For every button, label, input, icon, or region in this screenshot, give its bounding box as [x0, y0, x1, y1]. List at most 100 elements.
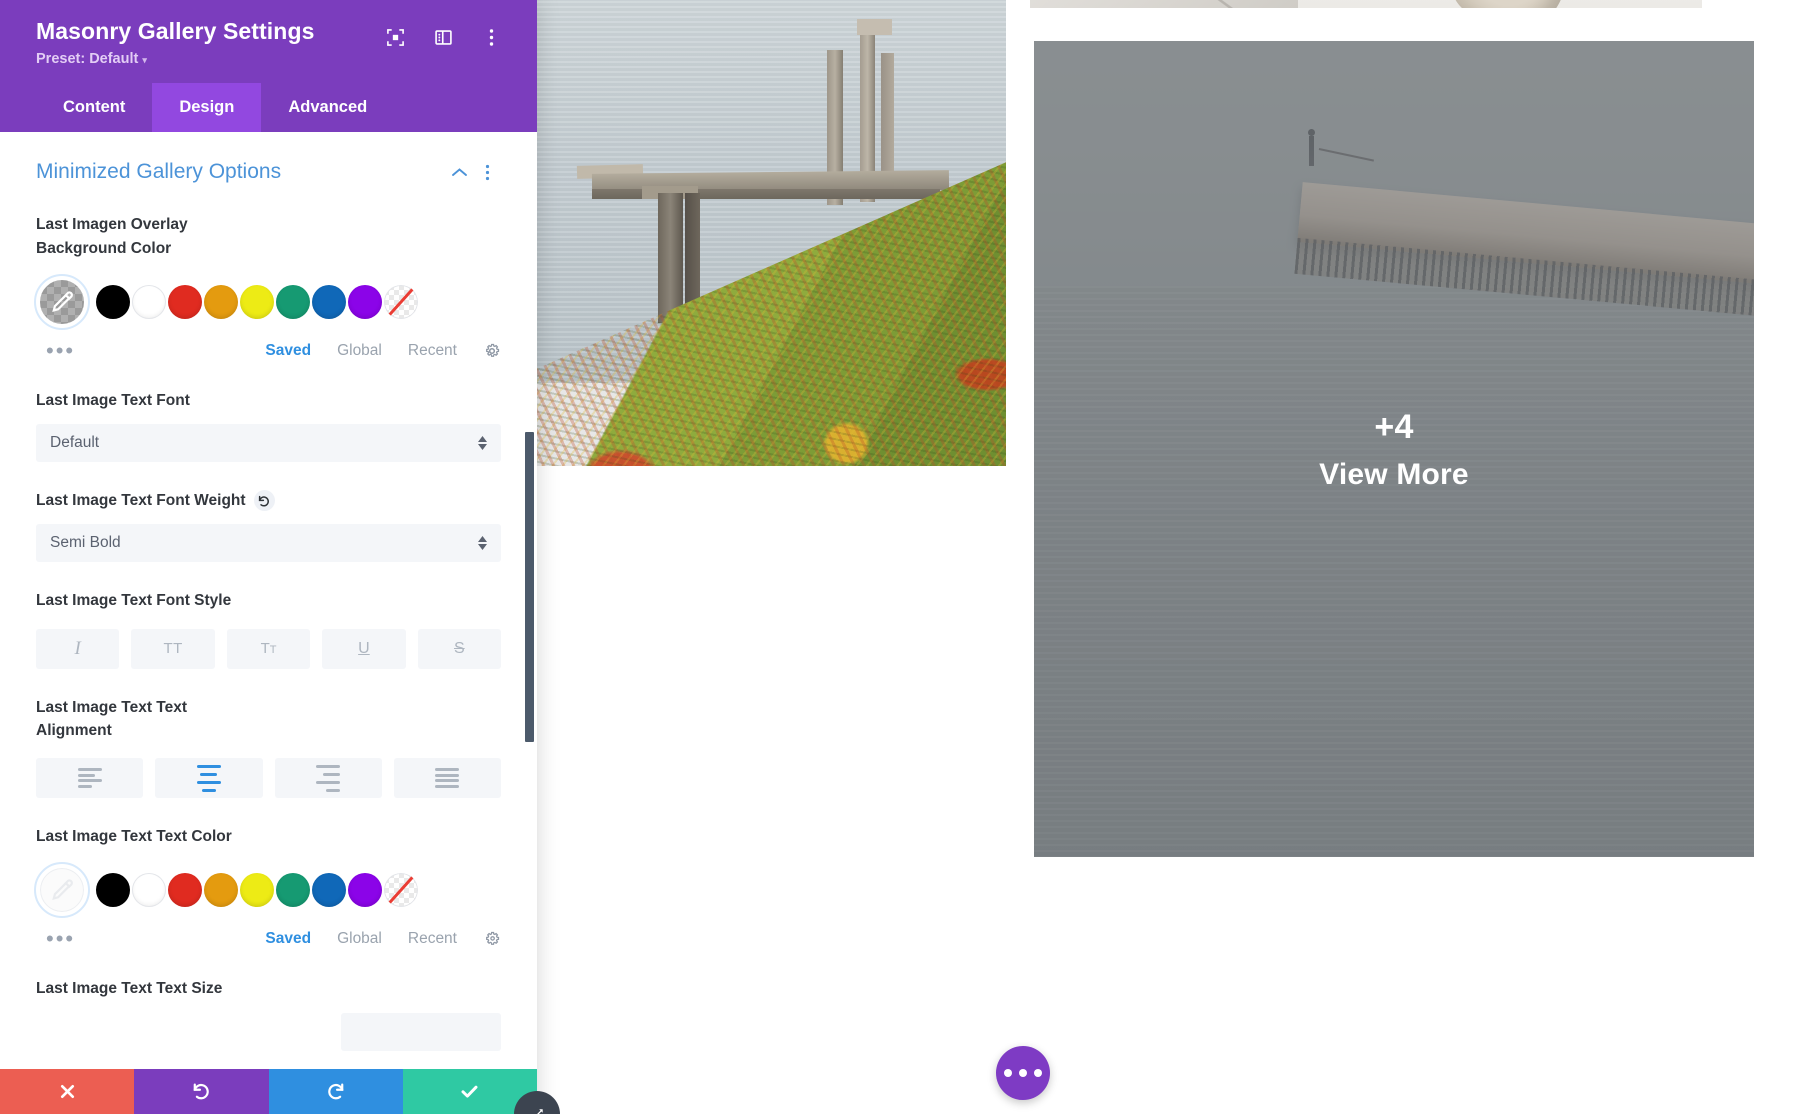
smallcaps-button[interactable]: TT — [226, 628, 311, 669]
gear-icon[interactable] — [483, 342, 501, 360]
strikethrough-button[interactable]: S — [417, 628, 502, 669]
palette-tab-saved[interactable]: Saved — [265, 930, 311, 948]
preset-label: Preset: Default — [36, 51, 139, 68]
focus-icon[interactable] — [371, 22, 419, 52]
swatch-red[interactable] — [168, 284, 202, 319]
swatch-black[interactable] — [96, 284, 130, 319]
swatch-yellow[interactable] — [240, 284, 274, 319]
overlay-count: +4 — [1374, 407, 1414, 446]
field-label: Last Image Text Text Size — [36, 980, 223, 998]
image-marble-partial[interactable] — [1030, 0, 1298, 8]
overlay-bg-swatch-row — [34, 273, 501, 330]
swatch-purple[interactable] — [348, 284, 382, 319]
tab-advanced[interactable]: Advanced — [261, 83, 394, 132]
text-font-select[interactable]: Default — [36, 424, 501, 463]
panel-tabs: Content Design Advanced — [36, 83, 515, 133]
select-arrows-icon — [478, 536, 487, 551]
app-root: +4 View More Masonry Gallery Settings Pr… — [0, 0, 1800, 1114]
last-image-overlay[interactable]: +4 View More — [1034, 41, 1754, 857]
align-right-button[interactable] — [274, 758, 382, 799]
swatch-green[interactable] — [276, 284, 310, 319]
align-left-button[interactable] — [36, 758, 144, 799]
cancel-button[interactable] — [0, 1069, 135, 1114]
field-label: Last Image Text Text Color — [36, 828, 232, 846]
field-text-alignment: Last Image Text Text Alignment — [36, 696, 501, 799]
text-font-weight-select[interactable]: Semi Bold — [36, 524, 501, 563]
more-horizontal-icon-dot — [1034, 1069, 1042, 1077]
undo-button[interactable] — [134, 1069, 269, 1114]
gallery-options-fab[interactable] — [996, 1046, 1050, 1100]
palette-tab-global[interactable]: Global — [337, 930, 382, 948]
field-overlay-background-color: Last Imagen Overlay Background Color •••… — [34, 213, 501, 362]
undo-icon — [193, 1083, 209, 1100]
palette-tab-saved[interactable]: Saved — [265, 342, 311, 360]
palette-tab-global[interactable]: Global — [337, 342, 382, 360]
swatch-blue[interactable] — [312, 873, 346, 908]
tab-design[interactable]: Design — [152, 83, 262, 133]
reset-icon[interactable] — [253, 490, 275, 512]
swatch-blue[interactable] — [312, 284, 346, 319]
font-style-button-row: I TT TT U S — [36, 628, 502, 669]
check-icon — [461, 1085, 478, 1098]
palette-more-dots[interactable]: ••• — [36, 928, 75, 950]
palette-tab-recent[interactable]: Recent — [408, 930, 457, 948]
layout-panel-icon[interactable] — [419, 22, 467, 52]
field-label: Last Image Text Font Style — [36, 592, 232, 610]
image-linen-partial[interactable] — [1298, 0, 1702, 8]
strikethrough-glyph: S — [453, 639, 465, 657]
swatch-yellow[interactable] — [240, 873, 274, 908]
align-center-icon — [196, 762, 221, 794]
panel-header: Masonry Gallery Settings Preset: Default… — [0, 0, 537, 133]
chevron-down-icon: ▾ — [142, 55, 147, 66]
more-vertical-icon[interactable] — [467, 22, 515, 52]
panel-action-bar — [0, 1069, 537, 1114]
panel-scrollbar[interactable] — [525, 432, 534, 743]
gear-icon[interactable] — [483, 930, 501, 948]
swatch-black[interactable] — [96, 873, 130, 908]
swatch-green[interactable] — [276, 873, 310, 908]
field-text-font-weight: Last Image Text Font Weight Semi Bold — [36, 489, 501, 563]
section-more-vertical-icon[interactable] — [473, 158, 501, 186]
redo-button[interactable] — [268, 1069, 403, 1114]
underline-glyph: U — [358, 639, 370, 657]
swatch-none[interactable] — [384, 873, 418, 908]
underline-button[interactable]: U — [322, 628, 406, 669]
panel-body: Minimized Gallery Options Last Imagen Ov… — [0, 132, 537, 1069]
field-text-font-style: Last Image Text Font Style I TT TT U S — [36, 589, 502, 669]
alignment-label-line2: Alignment — [36, 721, 112, 739]
text-color-swatch-row — [34, 862, 501, 919]
text-size-input[interactable] — [341, 1012, 501, 1051]
smallcaps-glyph: TT — [260, 640, 277, 658]
resize-arrow-icon — [536, 1108, 543, 1114]
palette-more-dots[interactable]: ••• — [36, 339, 75, 362]
swatch-white[interactable] — [132, 873, 166, 908]
palette-tab-recent[interactable]: Recent — [408, 342, 457, 360]
swatch-white[interactable] — [132, 284, 166, 319]
uppercase-button[interactable]: TT — [131, 628, 215, 669]
swatch-none[interactable] — [384, 284, 418, 319]
italic-button[interactable]: I — [36, 628, 120, 669]
swatch-red[interactable] — [168, 873, 202, 908]
align-center-button[interactable] — [155, 758, 263, 799]
overlay-bg-label-line1: Last Imagen Overlay — [36, 216, 188, 234]
color-picker-current-overlay-bg[interactable] — [34, 273, 90, 330]
panel-header-icons — [371, 18, 515, 52]
align-left-icon — [77, 766, 102, 791]
field-label: Last Imagen Overlay Background Color — [36, 213, 501, 260]
swatch-orange[interactable] — [204, 284, 238, 319]
color-picker-current-text-color[interactable] — [34, 862, 90, 919]
align-justify-button[interactable] — [393, 758, 501, 799]
image-pier-fisherman[interactable]: +4 View More — [1034, 41, 1754, 857]
swatch-orange[interactable] — [204, 873, 238, 908]
italic-glyph: I — [74, 637, 81, 659]
text-font-value: Default — [50, 434, 100, 452]
chevron-up-icon[interactable] — [445, 158, 473, 186]
tab-content[interactable]: Content — [36, 83, 152, 132]
swatch-purple[interactable] — [348, 873, 382, 908]
overlay-bg-label-line2: Background Color — [36, 239, 172, 257]
image-coastal-bench[interactable] — [536, 0, 1006, 466]
select-arrows-icon — [478, 436, 487, 451]
section-minimized-gallery-options[interactable]: Minimized Gallery Options — [36, 132, 501, 186]
coastal-bench-scene — [536, 0, 1006, 466]
preset-selector[interactable]: Preset: Default ▾ — [36, 51, 371, 67]
